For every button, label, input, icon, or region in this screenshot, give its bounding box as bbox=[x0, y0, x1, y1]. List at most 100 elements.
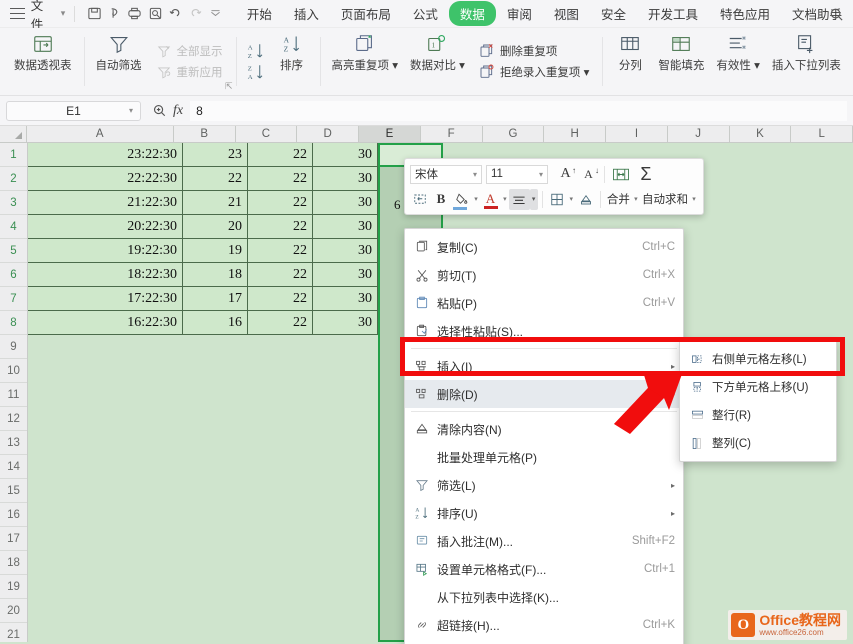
row-header-7[interactable]: 7 bbox=[0, 287, 27, 311]
menu-item-paste-special[interactable]: 选择性粘贴(S)... bbox=[405, 317, 683, 345]
submenu-item-shift-left[interactable]: 右侧单元格左移(L) bbox=[680, 345, 836, 373]
tab-yemianbuju[interactable]: 页面布局 bbox=[330, 1, 402, 26]
tab-kaifagongju[interactable]: 开发工具 bbox=[637, 1, 709, 26]
cell-D7[interactable]: 30 bbox=[313, 287, 378, 311]
more-caret-icon[interactable] bbox=[206, 3, 226, 25]
row-header-2[interactable]: 2 bbox=[0, 167, 27, 191]
reject-duplicates-button[interactable]: 拒绝录入重复项 ▾ bbox=[473, 62, 594, 83]
font-color-icon[interactable]: A bbox=[480, 189, 501, 210]
row-header-20[interactable]: 20 bbox=[0, 599, 27, 623]
select-all-corner[interactable] bbox=[0, 126, 27, 142]
row-header-21[interactable]: 21 bbox=[0, 623, 27, 642]
borders-icon[interactable] bbox=[547, 189, 568, 210]
row-header-17[interactable]: 17 bbox=[0, 527, 27, 551]
cell-B7[interactable]: 17 bbox=[183, 287, 248, 311]
menu-item-sort[interactable]: A Z 排序(U) ▸ bbox=[405, 499, 683, 527]
row-header-11[interactable]: 11 bbox=[0, 383, 27, 407]
column-header-F[interactable]: F bbox=[420, 126, 483, 142]
cell-A1[interactable]: 23:22:30 bbox=[28, 143, 183, 167]
sort-button[interactable]: A Z 排序 bbox=[270, 28, 314, 95]
row-header-6[interactable]: 6 bbox=[0, 263, 27, 287]
menu-item-hyperlink[interactable]: 超链接(H)... Ctrl+K bbox=[405, 611, 683, 639]
row-header-13[interactable]: 13 bbox=[0, 431, 27, 455]
clear-format-icon[interactable] bbox=[575, 189, 596, 210]
chevron-down-icon[interactable]: ▾ bbox=[690, 189, 698, 210]
column-header-J[interactable]: J bbox=[667, 126, 730, 142]
validation-button[interactable]: 有效性 ▾ bbox=[710, 28, 765, 95]
row-header-16[interactable]: 16 bbox=[0, 503, 27, 527]
menu-item-pick-from-dropdown[interactable]: 从下拉列表中选择(K)... bbox=[405, 583, 683, 611]
column-header-B[interactable]: B bbox=[173, 126, 236, 142]
menu-item-insert-comment[interactable]: 插入批注(M)... Shift+F2 bbox=[405, 527, 683, 555]
tab-kaishi[interactable]: 开始 bbox=[236, 1, 283, 26]
save-icon[interactable] bbox=[84, 3, 104, 25]
tab-gongshi[interactable]: 公式 bbox=[402, 1, 449, 26]
menu-item-filter[interactable]: 筛选(L) ▸ bbox=[405, 471, 683, 499]
cell-D1[interactable]: 30 bbox=[313, 143, 378, 167]
chevron-down-icon[interactable]: ▾ bbox=[539, 170, 543, 179]
cell-C5[interactable]: 22 bbox=[248, 239, 313, 263]
filter-dialog-launcher[interactable]: ⇱ bbox=[225, 81, 233, 92]
cell-A4[interactable]: 20:22:30 bbox=[28, 215, 183, 239]
row-header-15[interactable]: 15 bbox=[0, 479, 27, 503]
reapply-button[interactable]: 重新应用 bbox=[150, 62, 228, 83]
chevron-down-icon[interactable]: ▾ bbox=[472, 189, 480, 210]
column-header-G[interactable]: G bbox=[482, 126, 545, 142]
cell-C8[interactable]: 22 bbox=[248, 311, 313, 335]
undo-curve-icon[interactable] bbox=[104, 3, 124, 25]
row-header-12[interactable]: 12 bbox=[0, 407, 27, 431]
column-header-H[interactable]: H bbox=[544, 126, 607, 142]
cell-D6[interactable]: 30 bbox=[313, 263, 378, 287]
bold-button[interactable]: B bbox=[431, 189, 452, 210]
column-header-C[interactable]: C bbox=[235, 126, 298, 142]
autosum-label[interactable]: 自动求和 bbox=[640, 189, 690, 210]
chevron-down-icon[interactable]: ▾ bbox=[501, 189, 509, 210]
row-header-1[interactable]: 1 bbox=[0, 143, 27, 167]
split-columns-button[interactable]: 分列 bbox=[608, 28, 652, 95]
cell-D5[interactable]: 30 bbox=[313, 239, 378, 263]
tab-charu[interactable]: 插入 bbox=[283, 1, 330, 26]
align-icon[interactable] bbox=[508, 188, 530, 210]
row-header-14[interactable]: 14 bbox=[0, 455, 27, 479]
chevron-down-icon[interactable]: ▾ bbox=[567, 189, 575, 210]
name-box[interactable]: E1 ▾ bbox=[6, 100, 141, 121]
formula-input[interactable]: 8 bbox=[190, 100, 847, 121]
sort-descending-button[interactable]: Z A bbox=[242, 62, 270, 83]
tab-anquan[interactable]: 安全 bbox=[590, 1, 637, 26]
row-header-10[interactable]: 10 bbox=[0, 359, 27, 383]
row-header-19[interactable]: 19 bbox=[0, 575, 27, 599]
column-header-L[interactable]: L bbox=[791, 126, 853, 142]
highlight-duplicates-button[interactable]: 高亮重复项 ▾ bbox=[326, 28, 404, 95]
cell-B1[interactable]: 23 bbox=[183, 143, 248, 167]
autosum-icon[interactable]: Σ bbox=[632, 164, 660, 185]
row-header-3[interactable]: 3 bbox=[0, 191, 27, 215]
print-preview-icon[interactable] bbox=[145, 3, 165, 25]
menu-item-format-cells[interactable]: 设置单元格格式(F)... Ctrl+1 bbox=[405, 555, 683, 583]
cell-A5[interactable]: 19:22:30 bbox=[28, 239, 183, 263]
cell-D4[interactable]: 30 bbox=[313, 215, 378, 239]
chevron-down-icon[interactable]: ▾ bbox=[129, 106, 133, 115]
search-icon[interactable] bbox=[825, 3, 847, 25]
cell-C3[interactable]: 22 bbox=[248, 191, 313, 215]
chevron-down-icon[interactable]: ▾ bbox=[529, 188, 538, 210]
cell-C1[interactable]: 22 bbox=[248, 143, 313, 167]
row-header-4[interactable]: 4 bbox=[0, 215, 27, 239]
chevron-down-icon[interactable]: ▾ bbox=[473, 170, 477, 179]
cell-C2[interactable]: 22 bbox=[248, 167, 313, 191]
column-header-E[interactable]: E bbox=[359, 126, 421, 142]
pivot-table-button[interactable]: 数据透视表 bbox=[8, 28, 78, 95]
print-icon[interactable] bbox=[125, 3, 145, 25]
cell-A6[interactable]: 18:22:30 bbox=[28, 263, 183, 287]
grow-font-button[interactable]: A ↑ bbox=[554, 164, 577, 185]
undo-icon[interactable] bbox=[165, 3, 185, 25]
font-size-combo[interactable]: 11 ▾ bbox=[486, 164, 548, 184]
menu-item-cut[interactable]: 剪切(T) Ctrl+X bbox=[405, 261, 683, 289]
column-header-K[interactable]: K bbox=[729, 126, 792, 142]
smart-fill-button[interactable]: 智能填充 bbox=[652, 28, 710, 95]
row-header-8[interactable]: 8 bbox=[0, 311, 27, 335]
shrink-font-button[interactable]: A ↓ bbox=[577, 164, 600, 185]
cell-B4[interactable]: 20 bbox=[183, 215, 248, 239]
cell-B3[interactable]: 21 bbox=[183, 191, 248, 215]
data-compare-button[interactable]: 1 数据对比 ▾ bbox=[404, 28, 471, 95]
cell-A7[interactable]: 17:22:30 bbox=[28, 287, 183, 311]
